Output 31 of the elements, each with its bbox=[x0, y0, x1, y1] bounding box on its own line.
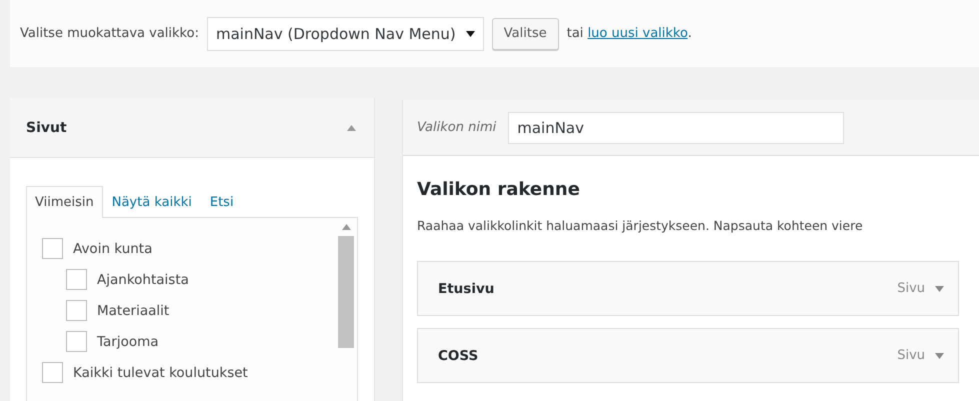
checkbox[interactable] bbox=[66, 269, 87, 290]
instructions-text: Raahaa valikkolinkit haluamaasi järjestykseen. Napsauta kohteen viere bbox=[417, 218, 864, 233]
page-label: Tarjooma bbox=[97, 334, 159, 350]
create-menu-link[interactable]: luo uusi valikko bbox=[588, 26, 688, 41]
panel-tab[interactable]: Näytä kaikki bbox=[102, 186, 201, 218]
menu-item[interactable]: Etusivu Sivu bbox=[417, 261, 959, 316]
checkbox[interactable] bbox=[66, 331, 87, 352]
panel-title: Sivut bbox=[26, 120, 67, 136]
panel-tab[interactable]: Etsi bbox=[200, 186, 243, 218]
page-label: Avoin kunta bbox=[73, 240, 152, 256]
menu-name-label: Valikon nimi bbox=[417, 120, 496, 135]
expand-icon[interactable] bbox=[935, 286, 944, 292]
page-label: Materiaalit bbox=[97, 302, 170, 318]
menu-dropdown[interactable]: mainNav (Dropdown Nav Menu) bbox=[206, 16, 484, 50]
menu-item[interactable]: COSS Sivu bbox=[417, 328, 959, 383]
select-button[interactable]: Valitse bbox=[492, 18, 559, 50]
checkbox[interactable] bbox=[42, 238, 63, 259]
page-label: Ajankohtaista bbox=[97, 272, 189, 288]
menu-name-field[interactable]: mainNav bbox=[508, 112, 844, 144]
create-menu-text: tai luo uusi valikko. bbox=[566, 26, 692, 41]
panel-header[interactable]: Sivut bbox=[10, 98, 374, 158]
select-label: Valitse muokattava valikko: bbox=[20, 26, 199, 41]
scroll-up-icon[interactable] bbox=[342, 224, 350, 230]
checkbox[interactable] bbox=[66, 300, 87, 321]
expand-icon[interactable] bbox=[935, 352, 944, 358]
panel-tab[interactable]: Viimeisin bbox=[26, 186, 103, 218]
checkbox[interactable] bbox=[42, 362, 63, 383]
page-label: Kaikki tulevat koulutukset bbox=[73, 364, 248, 380]
dropdown-caret-icon bbox=[466, 30, 475, 36]
collapse-icon[interactable] bbox=[347, 124, 356, 130]
section-heading: Valikon rakenne bbox=[417, 179, 581, 200]
